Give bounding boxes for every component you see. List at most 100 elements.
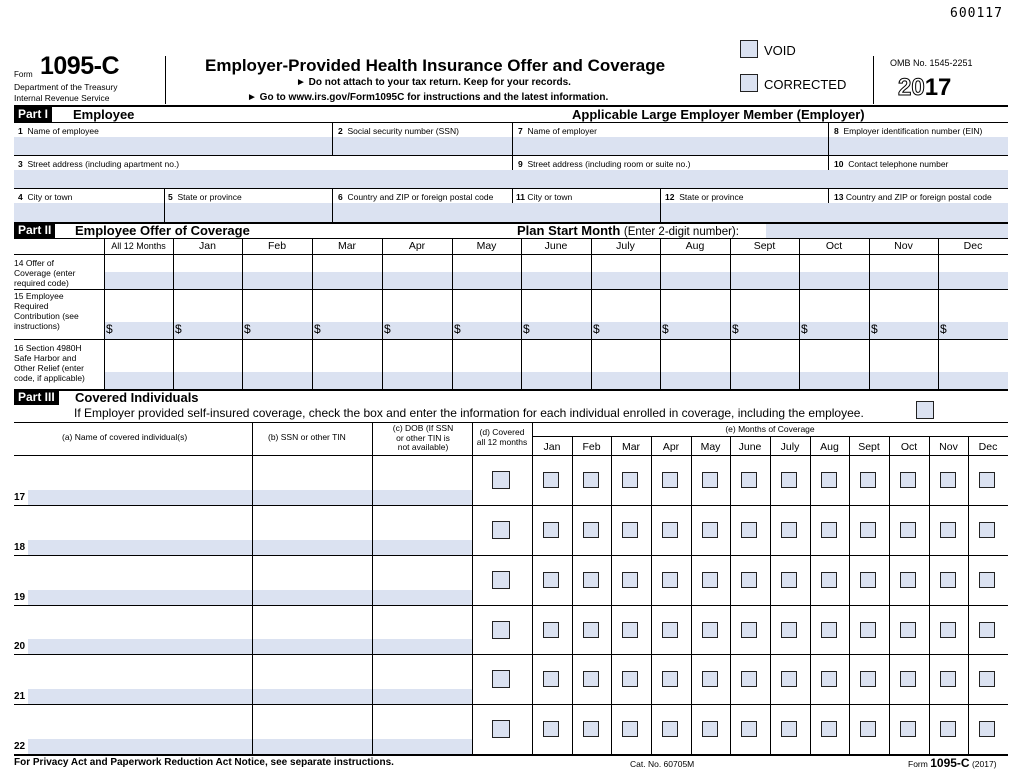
employer-street-input[interactable] [513, 170, 828, 188]
employee-zip-input[interactable] [333, 203, 512, 222]
covered-ssn-input[interactable] [253, 540, 372, 555]
covered-name-input[interactable] [28, 739, 252, 754]
month-coverage-checkbox[interactable] [583, 671, 599, 687]
line14-input-12[interactable] [939, 272, 1008, 289]
month-coverage-checkbox[interactable] [543, 622, 559, 638]
month-coverage-checkbox[interactable] [543, 522, 559, 538]
line14-input-7[interactable] [592, 272, 660, 289]
covered-all-12-checkbox[interactable] [492, 571, 510, 589]
line15-input-7[interactable] [592, 322, 660, 339]
line15-input-4[interactable] [383, 322, 452, 339]
month-coverage-checkbox[interactable] [543, 721, 559, 737]
month-coverage-checkbox[interactable] [860, 522, 876, 538]
month-coverage-checkbox[interactable] [583, 522, 599, 538]
month-coverage-checkbox[interactable] [662, 572, 678, 588]
month-coverage-checkbox[interactable] [821, 572, 837, 588]
month-coverage-checkbox[interactable] [940, 522, 956, 538]
covered-ssn-input[interactable] [253, 590, 372, 605]
employee-city-input[interactable] [14, 203, 164, 222]
line16-input-8[interactable] [661, 372, 730, 389]
month-coverage-checkbox[interactable] [741, 522, 757, 538]
month-coverage-checkbox[interactable] [821, 671, 837, 687]
covered-ssn-input[interactable] [253, 490, 372, 505]
employer-state-input[interactable] [661, 203, 828, 222]
covered-dob-input[interactable] [373, 639, 472, 654]
month-coverage-checkbox[interactable] [702, 472, 718, 488]
month-coverage-checkbox[interactable] [741, 721, 757, 737]
plan-start-input[interactable] [766, 224, 1008, 238]
month-coverage-checkbox[interactable] [900, 671, 916, 687]
line15-input-6[interactable] [522, 322, 591, 339]
line14-input-11[interactable] [870, 272, 938, 289]
month-coverage-checkbox[interactable] [860, 622, 876, 638]
covered-all-12-checkbox[interactable] [492, 720, 510, 738]
employer-ein-input[interactable] [829, 137, 1008, 155]
month-coverage-checkbox[interactable] [940, 472, 956, 488]
month-coverage-checkbox[interactable] [900, 472, 916, 488]
line14-input-5[interactable] [453, 272, 521, 289]
month-coverage-checkbox[interactable] [622, 671, 638, 687]
covered-name-input[interactable] [28, 639, 252, 654]
month-coverage-checkbox[interactable] [662, 522, 678, 538]
month-coverage-checkbox[interactable] [781, 671, 797, 687]
employee-ssn-input[interactable] [333, 137, 512, 155]
month-coverage-checkbox[interactable] [741, 622, 757, 638]
line14-input-10[interactable] [800, 272, 869, 289]
line16-input-6[interactable] [522, 372, 591, 389]
month-coverage-checkbox[interactable] [900, 721, 916, 737]
month-coverage-checkbox[interactable] [979, 572, 995, 588]
month-coverage-checkbox[interactable] [940, 721, 956, 737]
line15-input-3[interactable] [313, 322, 382, 339]
month-coverage-checkbox[interactable] [702, 721, 718, 737]
month-coverage-checkbox[interactable] [622, 472, 638, 488]
month-coverage-checkbox[interactable] [900, 572, 916, 588]
line14-input-1[interactable] [174, 272, 242, 289]
employee-name-input[interactable] [14, 137, 332, 155]
month-coverage-checkbox[interactable] [622, 522, 638, 538]
month-coverage-checkbox[interactable] [979, 472, 995, 488]
covered-dob-input[interactable] [373, 490, 472, 505]
line16-input-7[interactable] [592, 372, 660, 389]
month-coverage-checkbox[interactable] [821, 622, 837, 638]
month-coverage-checkbox[interactable] [583, 472, 599, 488]
month-coverage-checkbox[interactable] [583, 572, 599, 588]
month-coverage-checkbox[interactable] [860, 721, 876, 737]
month-coverage-checkbox[interactable] [821, 721, 837, 737]
month-coverage-checkbox[interactable] [662, 671, 678, 687]
month-coverage-checkbox[interactable] [702, 572, 718, 588]
month-coverage-checkbox[interactable] [781, 522, 797, 538]
line15-input-10[interactable] [800, 322, 869, 339]
covered-all-12-checkbox[interactable] [492, 621, 510, 639]
month-coverage-checkbox[interactable] [940, 671, 956, 687]
covered-ssn-input[interactable] [253, 739, 372, 754]
line14-input-3[interactable] [313, 272, 382, 289]
covered-name-input[interactable] [28, 540, 252, 555]
month-coverage-checkbox[interactable] [781, 721, 797, 737]
employer-zip-input[interactable] [829, 203, 1008, 222]
line15-input-9[interactable] [731, 322, 799, 339]
line16-input-9[interactable] [731, 372, 799, 389]
month-coverage-checkbox[interactable] [662, 721, 678, 737]
employer-name-input[interactable] [513, 137, 828, 155]
month-coverage-checkbox[interactable] [781, 572, 797, 588]
month-coverage-checkbox[interactable] [979, 522, 995, 538]
month-coverage-checkbox[interactable] [860, 572, 876, 588]
line14-input-4[interactable] [383, 272, 452, 289]
line16-input-5[interactable] [453, 372, 521, 389]
line16-input-11[interactable] [870, 372, 938, 389]
month-coverage-checkbox[interactable] [900, 522, 916, 538]
covered-dob-input[interactable] [373, 689, 472, 704]
month-coverage-checkbox[interactable] [622, 622, 638, 638]
line15-input-0[interactable] [105, 322, 173, 339]
month-coverage-checkbox[interactable] [741, 572, 757, 588]
covered-all-12-checkbox[interactable] [492, 471, 510, 489]
line15-input-5[interactable] [453, 322, 521, 339]
month-coverage-checkbox[interactable] [662, 622, 678, 638]
month-coverage-checkbox[interactable] [860, 472, 876, 488]
covered-dob-input[interactable] [373, 739, 472, 754]
month-coverage-checkbox[interactable] [979, 622, 995, 638]
line14-input-8[interactable] [661, 272, 730, 289]
month-coverage-checkbox[interactable] [702, 522, 718, 538]
month-coverage-checkbox[interactable] [583, 721, 599, 737]
employer-city-input[interactable] [513, 203, 660, 222]
